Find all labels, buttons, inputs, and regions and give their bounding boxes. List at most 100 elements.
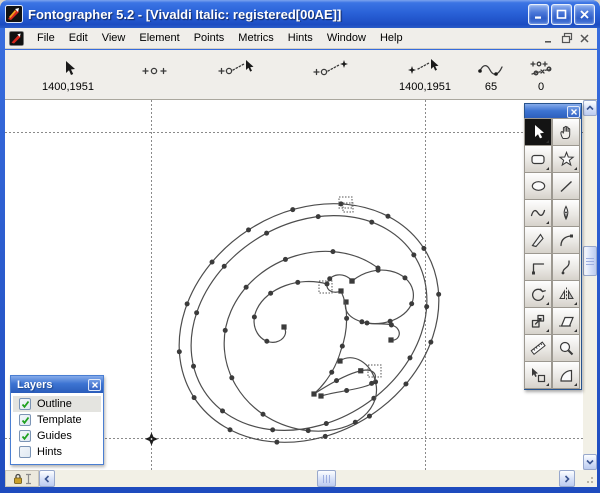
grip-dots-icon xyxy=(583,473,595,485)
knife-icon xyxy=(529,231,547,249)
lock-icon[interactable] xyxy=(13,473,23,485)
menu-item-window[interactable]: Window xyxy=(320,30,373,46)
check-icon xyxy=(21,416,30,425)
resize-grip[interactable] xyxy=(575,470,597,487)
tool-palette-close-button[interactable] xyxy=(567,106,580,118)
layer-row-outline[interactable]: Outline xyxy=(13,396,101,412)
mdi-close-button[interactable] xyxy=(576,31,593,46)
selection-anchor-icon xyxy=(395,56,455,78)
knife-tool[interactable] xyxy=(524,226,552,254)
ibeam-icon[interactable] xyxy=(25,473,32,485)
outline-checkbox[interactable] xyxy=(19,398,31,410)
horizontal-scroll-track[interactable] xyxy=(55,470,559,487)
mdi-minimize-icon xyxy=(543,33,554,44)
tools-grid xyxy=(525,119,581,389)
hand-tool[interactable] xyxy=(552,118,580,146)
vertical-scroll-thumb[interactable] xyxy=(583,246,597,276)
menu-item-edit[interactable]: Edit xyxy=(62,30,95,46)
menu-item-view[interactable]: View xyxy=(95,30,133,46)
layer-row-template[interactable]: Template xyxy=(13,412,101,428)
menu-item-element[interactable]: Element xyxy=(132,30,186,46)
corner-point-icon xyxy=(529,258,547,276)
curve-tool[interactable] xyxy=(552,253,580,281)
chevron-up-icon xyxy=(586,105,594,111)
chevron-left-icon xyxy=(44,475,50,483)
lock-panel[interactable] xyxy=(5,470,39,487)
layers-palette[interactable]: Layers Outline Template Guides Hints xyxy=(10,375,104,465)
close-button[interactable] xyxy=(574,4,595,25)
scroll-right-button[interactable] xyxy=(559,470,575,487)
origin-marker[interactable] xyxy=(145,433,158,446)
cursor-position-group: 1400,1951 xyxy=(33,56,103,93)
pen-tool[interactable] xyxy=(552,199,580,227)
layer-label: Hints xyxy=(37,446,62,458)
menu-item-help[interactable]: Help xyxy=(373,30,410,46)
title-bar[interactable]: Fontographer 5.2 - [Vivaldi Italic: regi… xyxy=(0,0,600,28)
magnify-tool[interactable] xyxy=(552,334,580,362)
tangent-tool[interactable] xyxy=(552,226,580,254)
corner-tool[interactable] xyxy=(524,253,552,281)
star-tool[interactable] xyxy=(552,145,580,173)
pointer-tool[interactable] xyxy=(524,118,552,146)
cursor-arrow-icon xyxy=(33,56,103,78)
arc-tool[interactable] xyxy=(552,361,580,389)
point-merge-icon xyxy=(310,56,354,78)
maximize-icon xyxy=(556,9,567,20)
layer-label: Outline xyxy=(37,398,72,410)
tool-palette[interactable] xyxy=(524,103,582,390)
horizontal-scroll-thumb[interactable] xyxy=(317,470,336,487)
tangent-curve-icon xyxy=(557,231,575,249)
scroll-left-button[interactable] xyxy=(39,470,55,487)
mdi-minimize-button[interactable] xyxy=(540,31,557,46)
document-icon xyxy=(9,31,24,46)
mdi-restore-icon xyxy=(561,32,573,44)
measure-icon xyxy=(529,339,547,357)
freehand-tool[interactable] xyxy=(524,199,552,227)
pen-icon xyxy=(557,204,575,222)
point-status-icon xyxy=(137,56,173,78)
menu-item-file[interactable]: File xyxy=(30,30,62,46)
layer-label: Template xyxy=(37,414,82,426)
points-cluster-icon xyxy=(523,56,559,78)
scroll-up-button[interactable] xyxy=(583,100,597,116)
curvature-value: 65 xyxy=(473,81,509,93)
rotate-tool[interactable] xyxy=(524,280,552,308)
perspective-tool[interactable] xyxy=(524,361,552,389)
scale-tool[interactable] xyxy=(524,307,552,335)
window-title: Fontographer 5.2 - [Vivaldi Italic: regi… xyxy=(28,7,526,22)
hints-checkbox[interactable] xyxy=(19,446,31,458)
layers-close-button[interactable] xyxy=(88,379,101,391)
tool-palette-titlebar[interactable] xyxy=(525,104,581,119)
menu-item-points[interactable]: Points xyxy=(187,30,232,46)
minimize-icon xyxy=(533,9,544,20)
line-tool[interactable] xyxy=(552,172,580,200)
maximize-button[interactable] xyxy=(551,4,572,25)
vertical-scrollbar[interactable] xyxy=(583,100,597,470)
scroll-down-button[interactable] xyxy=(583,454,597,470)
skew-tool[interactable] xyxy=(552,307,580,335)
close-icon xyxy=(579,9,590,20)
minimize-button[interactable] xyxy=(528,4,549,25)
selection-position-group: 1400,1951 xyxy=(395,56,455,93)
line-icon xyxy=(557,177,575,195)
menu-bar: File Edit View Element Points Metrics Hi… xyxy=(5,28,597,49)
template-checkbox[interactable] xyxy=(19,414,31,426)
menu-item-hints[interactable]: Hints xyxy=(281,30,320,46)
pointer-icon xyxy=(529,123,547,141)
measure-tool[interactable] xyxy=(524,334,552,362)
scale-icon xyxy=(529,312,547,330)
rounded-rectangle-tool[interactable] xyxy=(524,145,552,173)
arc-icon xyxy=(557,366,575,384)
flip-tool[interactable] xyxy=(552,280,580,308)
glyph-outline[interactable] xyxy=(130,152,488,470)
layer-row-guides[interactable]: Guides xyxy=(13,428,101,444)
menu-item-metrics[interactable]: Metrics xyxy=(231,30,280,46)
layers-titlebar[interactable]: Layers xyxy=(11,376,103,393)
mdi-restore-button[interactable] xyxy=(558,31,575,46)
guides-checkbox[interactable] xyxy=(19,430,31,442)
curve-point-icon xyxy=(557,258,575,276)
horizontal-scrollbar[interactable] xyxy=(5,470,597,487)
layer-row-hints[interactable]: Hints xyxy=(13,444,101,460)
mdi-close-icon xyxy=(579,33,590,44)
ellipse-tool[interactable] xyxy=(524,172,552,200)
